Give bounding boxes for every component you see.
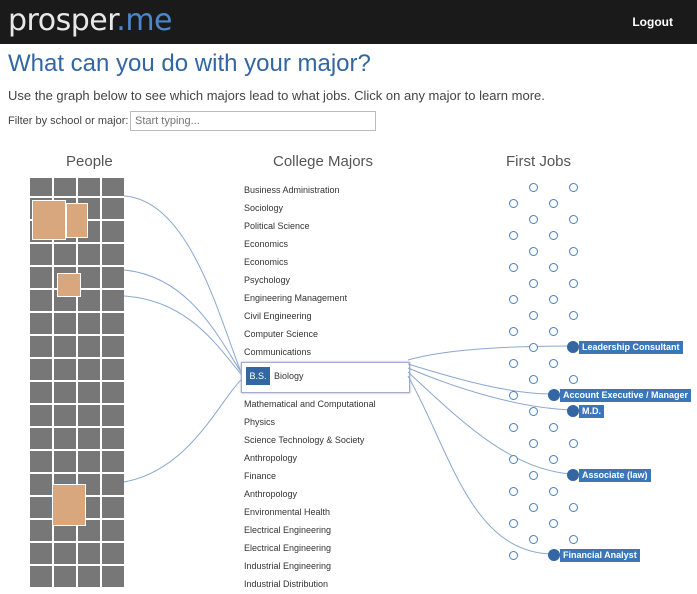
job-node[interactable]: [529, 471, 538, 480]
job-link: [407, 375, 553, 555]
job-node[interactable]: [509, 295, 518, 304]
job-node[interactable]: [569, 279, 578, 288]
job-node-active[interactable]: [548, 549, 560, 561]
job-node[interactable]: [549, 455, 558, 464]
major-item[interactable]: Computer Science: [244, 326, 376, 344]
job-node[interactable]: [529, 183, 538, 192]
filter-input[interactable]: [130, 111, 376, 131]
job-node[interactable]: [509, 391, 518, 400]
job-node-active[interactable]: [567, 341, 579, 353]
job-label[interactable]: Financial Analyst: [560, 549, 640, 562]
page-title: What can you do with your major?: [8, 50, 371, 77]
job-node[interactable]: [509, 199, 518, 208]
selected-major[interactable]: B.S. Biology: [241, 362, 410, 393]
job-node[interactable]: [549, 487, 558, 496]
jobs-heading: First Jobs: [506, 153, 572, 170]
major-item[interactable]: Psychology: [244, 272, 376, 290]
job-node[interactable]: [569, 311, 578, 320]
major-item[interactable]: Engineering Management: [244, 290, 376, 308]
avatar[interactable]: [66, 203, 88, 238]
job-link: [407, 371, 573, 475]
person-link: [123, 379, 242, 483]
job-label[interactable]: Account Executive / Manager: [560, 389, 692, 402]
job-node[interactable]: [569, 535, 578, 544]
job-node[interactable]: [529, 343, 538, 352]
avatar[interactable]: [57, 273, 81, 297]
job-node[interactable]: [569, 215, 578, 224]
job-link: [407, 367, 573, 411]
major-item[interactable]: Economics: [244, 254, 376, 272]
job-node[interactable]: [509, 487, 518, 496]
job-node[interactable]: [509, 263, 518, 272]
major-item[interactable]: Business Administration: [244, 182, 376, 200]
job-node[interactable]: [509, 519, 518, 528]
job-label[interactable]: Associate (law): [579, 469, 651, 482]
job-node[interactable]: [509, 231, 518, 240]
job-label[interactable]: M.D.: [579, 405, 604, 418]
job-node[interactable]: [529, 439, 538, 448]
major-item[interactable]: Electrical Engineering: [244, 540, 376, 558]
job-node[interactable]: [569, 503, 578, 512]
job-node[interactable]: [509, 551, 518, 560]
job-label[interactable]: Leadership Consultant: [579, 341, 683, 354]
job-node[interactable]: [509, 423, 518, 432]
page-subtitle: Use the graph below to see which majors …: [8, 88, 545, 103]
job-node[interactable]: [549, 295, 558, 304]
major-item[interactable]: Anthropology: [244, 450, 376, 468]
job-node[interactable]: [569, 247, 578, 256]
job-node-active[interactable]: [567, 469, 579, 481]
job-node[interactable]: [569, 439, 578, 448]
person-link: [123, 269, 242, 373]
job-node[interactable]: [509, 327, 518, 336]
job-node[interactable]: [529, 279, 538, 288]
job-node[interactable]: [549, 423, 558, 432]
major-item[interactable]: Industrial Engineering: [244, 558, 376, 576]
job-node[interactable]: [549, 519, 558, 528]
person-link: [123, 295, 242, 375]
people-heading: People: [66, 153, 113, 170]
job-node[interactable]: [529, 407, 538, 416]
avatar[interactable]: [32, 200, 66, 240]
majors-heading: College Majors: [273, 153, 374, 170]
job-node[interactable]: [549, 231, 558, 240]
major-item[interactable]: Anthropology: [244, 486, 376, 504]
job-node[interactable]: [529, 215, 538, 224]
person-link: [123, 195, 242, 373]
selected-major-label: Biology: [274, 371, 304, 381]
filter-label: Filter by school or major:: [8, 115, 129, 127]
major-item[interactable]: Environmental Health: [244, 504, 376, 522]
degree-badge: B.S.: [246, 367, 270, 385]
job-node-active[interactable]: [567, 405, 579, 417]
major-item[interactable]: Sociology: [244, 200, 376, 218]
job-node[interactable]: [529, 503, 538, 512]
job-node[interactable]: [529, 535, 538, 544]
job-node[interactable]: [569, 375, 578, 384]
top-bar: prosper.me Logout: [0, 0, 697, 44]
job-node[interactable]: [529, 375, 538, 384]
major-item[interactable]: Civil Engineering: [244, 308, 376, 326]
major-item[interactable]: Physics: [244, 414, 376, 432]
logo[interactable]: prosper.me: [8, 3, 173, 38]
job-node[interactable]: [509, 359, 518, 368]
major-item[interactable]: Finance: [244, 468, 376, 486]
logout-link[interactable]: Logout: [632, 15, 673, 29]
major-item[interactable]: Industrial Distribution: [244, 576, 376, 594]
major-item[interactable]: Science Technology & Society: [244, 432, 376, 450]
job-node[interactable]: [549, 327, 558, 336]
major-item[interactable]: Economics: [244, 236, 376, 254]
job-node[interactable]: [529, 311, 538, 320]
job-node[interactable]: [569, 183, 578, 192]
major-item[interactable]: Communications: [244, 344, 376, 362]
job-node[interactable]: [549, 359, 558, 368]
job-node[interactable]: [549, 199, 558, 208]
major-item[interactable]: Mathematical and Computational: [244, 396, 376, 414]
job-node[interactable]: [529, 247, 538, 256]
job-node[interactable]: [549, 263, 558, 272]
job-node-active[interactable]: [548, 389, 560, 401]
job-node[interactable]: [509, 455, 518, 464]
major-item[interactable]: Electrical Engineering: [244, 522, 376, 540]
major-item[interactable]: Political Science: [244, 218, 376, 236]
avatar[interactable]: [52, 484, 86, 526]
job-link: [407, 345, 573, 361]
